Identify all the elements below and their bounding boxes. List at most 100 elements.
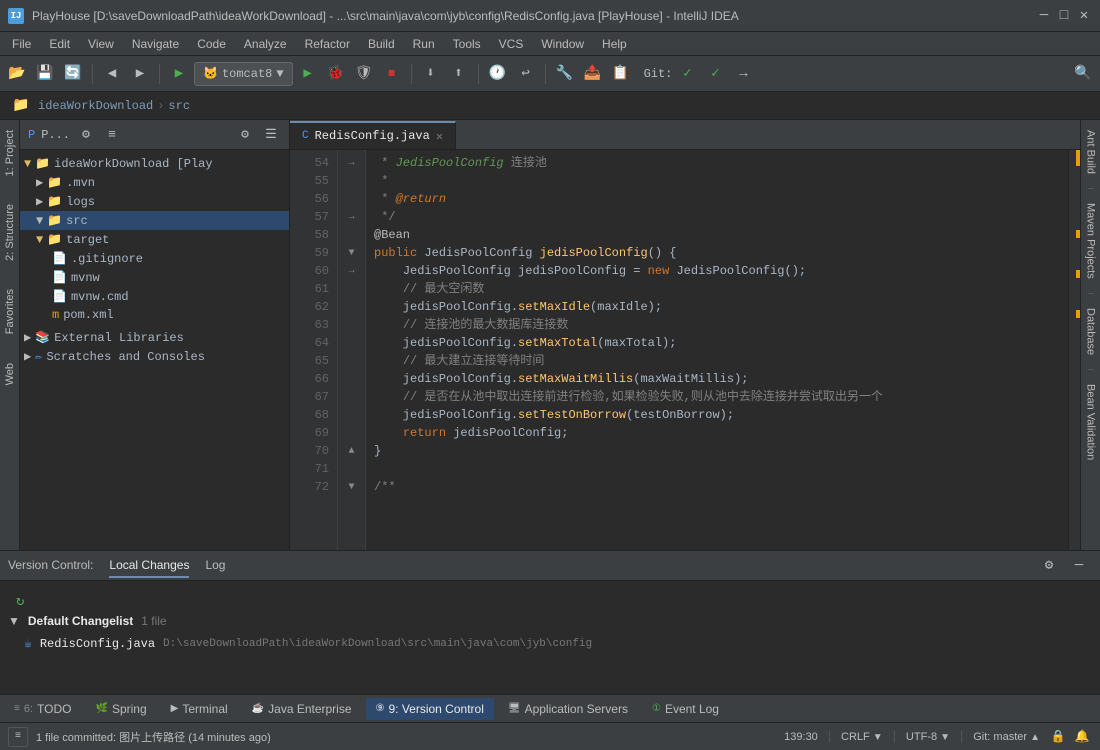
maximize-button[interactable]: □ (1056, 8, 1072, 24)
menu-build[interactable]: Build (360, 35, 403, 53)
back-button[interactable]: ◀ (99, 61, 125, 87)
terminal-tab[interactable]: ▶ Terminal (161, 698, 238, 720)
breadcrumb-ideaworkdownload[interactable]: ideaWorkDownload (38, 99, 153, 113)
structure-tab[interactable]: 2: Structure (2, 194, 18, 271)
status-lock-icon[interactable]: 🔒 (1048, 727, 1068, 747)
separator-5 (545, 64, 546, 84)
run-button[interactable]: ▶ (295, 61, 321, 87)
project-tab[interactable]: 1: Project (2, 120, 18, 186)
project-filter-button[interactable]: ≡ (102, 125, 122, 145)
menu-window[interactable]: Window (533, 35, 592, 53)
git-check-button[interactable]: ✓ (674, 61, 700, 87)
vc-content: ↻ ▼ Default Changelist 1 file ☕ RedisCon… (0, 581, 1100, 694)
tree-item-root[interactable]: ▼ 📁 ideaWorkDownload [Play (20, 154, 289, 173)
spring-icon: 🌿 (95, 703, 107, 714)
ant-build-tab[interactable]: Ant Build (1083, 120, 1099, 184)
menu-code[interactable]: Code (189, 35, 234, 53)
external-button[interactable]: 📤 (580, 61, 606, 87)
spring-tab[interactable]: 🌿 Spring (85, 698, 156, 720)
run-config-dropdown[interactable]: 🐱 tomcat8 ▼ (194, 62, 293, 86)
project-collapse-button[interactable]: ☰ (261, 125, 281, 145)
changelist-name: Default Changelist (28, 614, 133, 628)
git-pull-button[interactable]: → (730, 61, 756, 87)
tree-item-extlibs[interactable]: ▶ 📚 External Libraries (20, 328, 289, 347)
status-position[interactable]: 139:30 (780, 731, 822, 743)
code-content[interactable]: * JedisPoolConfig 连接池 * * @return */ @Be… (366, 150, 1068, 550)
coverage-button[interactable]: 🛡 (351, 61, 377, 87)
settings-button[interactable]: 🔧 (552, 61, 578, 87)
menu-analyze[interactable]: Analyze (236, 35, 295, 53)
tree-item-mvn[interactable]: ▶ 📁 .mvn (20, 173, 289, 192)
search-everywhere-button[interactable]: 🔍 (1070, 61, 1096, 87)
breadcrumb-src[interactable]: src (168, 99, 190, 113)
java-enterprise-tab[interactable]: ☕ Java Enterprise (242, 698, 362, 720)
event-log-tab[interactable]: ① Event Log (642, 698, 729, 720)
editor-tab-redisconfig[interactable]: C RedisConfig.java ✕ (290, 121, 456, 149)
todo-tab[interactable]: ≡ 6: TODO (4, 698, 81, 720)
tree-item-gitignore[interactable]: 📄 .gitignore (20, 249, 289, 268)
local-changes-tab[interactable]: Local Changes (109, 554, 189, 578)
rollback-button[interactable]: ↩ (513, 61, 539, 87)
status-encoding[interactable]: UTF-8 ▼ (902, 731, 954, 743)
debug-button[interactable]: 🐞 (323, 61, 349, 87)
extra-button[interactable]: 📋 (608, 61, 634, 87)
menu-refactor[interactable]: Refactor (297, 35, 358, 53)
project-gear-button[interactable]: ⚙ (235, 125, 255, 145)
tree-item-src[interactable]: ▼ 📁 src (20, 211, 289, 230)
menu-vcs[interactable]: VCS (491, 35, 532, 53)
tree-item-pomxml[interactable]: m pom.xml (20, 306, 289, 324)
folder-collapse-icon-mvn: ▶ (36, 175, 43, 190)
web-tab[interactable]: Web (2, 353, 18, 395)
save-button[interactable]: 💾 (32, 61, 58, 87)
build-button[interactable]: ▶ (166, 61, 192, 87)
tab-close-button[interactable]: ✕ (436, 129, 443, 144)
step-button[interactable]: ⬇ (418, 61, 444, 87)
menu-run[interactable]: Run (405, 35, 443, 53)
menu-help[interactable]: Help (594, 35, 635, 53)
menu-view[interactable]: View (80, 35, 122, 53)
favorites-tab[interactable]: Favorites (2, 279, 18, 344)
code-editor[interactable]: 54 55 56 57 58 59 60 61 62 63 64 65 66 6… (290, 150, 1080, 550)
menu-tools[interactable]: Tools (445, 35, 489, 53)
app-servers-tab[interactable]: 🖥 Application Servers (498, 698, 638, 720)
status-notification-icon[interactable]: 🔔 (1072, 727, 1092, 747)
history-button[interactable]: 🕐 (485, 61, 511, 87)
vc-settings-button[interactable]: ⚙ (1036, 553, 1062, 579)
vc-tabs-right: ⚙ ─ (1036, 553, 1092, 579)
open-folder-button[interactable]: 📂 (4, 61, 30, 87)
log-tab[interactable]: Log (205, 554, 225, 578)
step-out-button[interactable]: ⬆ (446, 61, 472, 87)
tree-item-logs[interactable]: ▶ 📁 logs (20, 192, 289, 211)
minimize-button[interactable]: ─ (1036, 8, 1052, 24)
fold-gutter: → → ▼ → ▲ ▼ (338, 150, 366, 550)
file-icon-gitignore: 📄 (52, 251, 67, 266)
stop-button[interactable]: ⏹ (379, 61, 405, 87)
project-settings-button[interactable]: ⚙ (76, 125, 96, 145)
scrollbar-track[interactable] (1068, 150, 1080, 550)
close-button[interactable]: ✕ (1076, 8, 1092, 24)
window-controls[interactable]: ─ □ ✕ (1036, 8, 1092, 24)
bean-validation-tab[interactable]: Bean Validation (1083, 374, 1099, 470)
database-tab[interactable]: Database (1083, 298, 1099, 365)
menu-edit[interactable]: Edit (41, 35, 78, 53)
menu-navigate[interactable]: Navigate (124, 35, 187, 53)
tree-item-mvnwcmd[interactable]: 📄 mvnw.cmd (20, 287, 289, 306)
changed-file-item[interactable]: ☕ RedisConfig.java D:\saveDownloadPath\i… (8, 634, 1092, 653)
status-line-ending[interactable]: CRLF ▼ (837, 731, 887, 743)
menu-file[interactable]: File (4, 35, 39, 53)
tree-item-scratches[interactable]: ▶ ✏ Scratches and Consoles (20, 347, 289, 366)
forward-button[interactable]: ▶ (127, 61, 153, 87)
vc-minimize-button[interactable]: ─ (1066, 553, 1092, 579)
status-indent-button[interactable]: ≡ (8, 727, 28, 747)
tree-label-extlibs: External Libraries (54, 331, 285, 345)
folder-icon-root: 📁 (35, 156, 50, 171)
sync-button[interactable]: 🔄 (60, 61, 86, 87)
tree-item-mvnw[interactable]: 📄 mvnw (20, 268, 289, 287)
git-push-button[interactable]: ✓ (702, 61, 728, 87)
maven-projects-tab[interactable]: Maven Projects (1083, 193, 1099, 289)
separator-4 (478, 64, 479, 84)
status-git[interactable]: Git: master ▲ (969, 731, 1044, 743)
version-control-tab[interactable]: ⑨ 9: Version Control (366, 698, 494, 720)
tree-item-target[interactable]: ▼ 📁 target (20, 230, 289, 249)
changelist-refresh-button[interactable]: ↻ (8, 589, 1092, 614)
